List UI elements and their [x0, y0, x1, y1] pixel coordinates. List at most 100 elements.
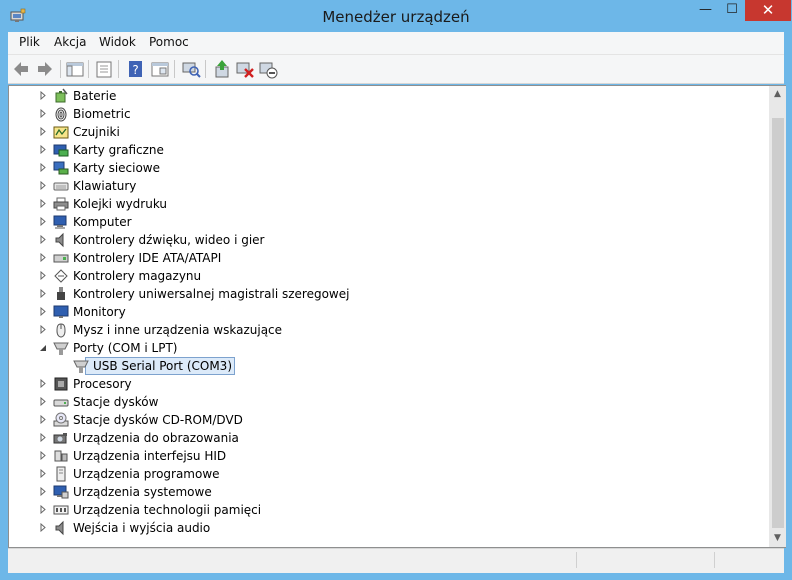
toolbar-separator [88, 60, 89, 78]
menu-help[interactable]: Pomoc [149, 35, 189, 49]
expand-arrow-icon[interactable] [39, 415, 47, 424]
device-tree[interactable]: Baterie Biometric Czujniki Karty graficzne K… [9, 86, 770, 547]
expand-arrow-icon[interactable] [39, 379, 47, 388]
close-button[interactable]: ✕ [745, 0, 791, 21]
tree-category-item[interactable]: Monitory [9, 303, 770, 321]
tree-item-label: Stacje dysków [73, 395, 159, 409]
disable-device-icon[interactable] [258, 59, 278, 79]
update-driver-icon[interactable] [212, 59, 232, 79]
scan-hardware-icon[interactable] [181, 59, 201, 79]
expand-arrow-icon[interactable] [39, 271, 47, 280]
expand-arrow-icon[interactable] [39, 397, 47, 406]
menu-view[interactable]: Widok [99, 35, 136, 49]
expand-arrow-icon[interactable] [39, 109, 47, 118]
minimize-button[interactable]: — [692, 0, 719, 21]
forward-arrow-icon[interactable] [34, 59, 54, 79]
expand-arrow-icon[interactable] [39, 487, 47, 496]
expand-arrow-icon[interactable] [39, 433, 47, 442]
expand-arrow-icon[interactable] [39, 505, 47, 514]
tree-category-item[interactable]: Kontrolery IDE ATA/ATAPI [9, 249, 770, 267]
status-bar-divider [576, 552, 577, 568]
expand-arrow-icon[interactable] [39, 163, 47, 172]
printer-icon [53, 196, 69, 212]
tree-category-item[interactable]: Wejścia i wyjścia audio [9, 519, 770, 537]
tree-category-item[interactable]: Kontrolery magazynu [9, 267, 770, 285]
tree-category-item[interactable]: Karty sieciowe [9, 159, 770, 177]
expand-arrow-icon[interactable] [39, 451, 47, 460]
expand-arrow-icon[interactable] [39, 127, 47, 136]
hid-icon [53, 448, 69, 464]
tree-category-item[interactable]: Biometric [9, 105, 770, 123]
expand-arrow-icon[interactable] [39, 145, 47, 154]
expand-arrow-icon[interactable] [39, 307, 47, 316]
scrollbar-thumb[interactable] [772, 118, 784, 528]
memory-tech-icon [53, 502, 69, 518]
tree-item-label: Kontrolery dźwięku, wideo i gier [73, 233, 265, 247]
scroll-down-button[interactable]: ▼ [769, 530, 786, 547]
tree-item-label: Kolejki wydruku [73, 197, 168, 211]
back-arrow-icon[interactable] [12, 59, 32, 79]
tree-category-item[interactable]: Porty (COM i LPT) [9, 339, 770, 357]
expand-arrow-icon[interactable] [39, 523, 47, 532]
svg-text:?: ? [132, 63, 138, 77]
sensor-icon [53, 124, 69, 140]
expand-arrow-icon[interactable] [39, 253, 47, 262]
expand-arrow-icon[interactable] [39, 217, 47, 226]
expand-arrow-icon[interactable] [39, 199, 47, 208]
show-hide-console-tree-icon[interactable] [65, 59, 85, 79]
monitor-icon [53, 304, 69, 320]
tree-category-item[interactable]: Karty graficzne [9, 141, 770, 159]
tree-item-label: Procesory [73, 377, 132, 391]
tree-item-label: Urządzenia interfejsu HID [73, 449, 227, 463]
tree-category-item[interactable]: Urządzenia do obrazowania [9, 429, 770, 447]
tree-category-item[interactable]: Kontrolery dźwięku, wideo i gier [9, 231, 770, 249]
expand-arrow-icon[interactable] [39, 181, 47, 190]
menu-bar: Plik Akcja Widok Pomoc [8, 32, 784, 55]
tree-category-item[interactable]: Urządzenia systemowe [9, 483, 770, 501]
tree-category-item[interactable]: Czujniki [9, 123, 770, 141]
tree-child-item[interactable]: USB Serial Port (COM3) [9, 357, 770, 375]
ide-controller-icon [53, 250, 69, 266]
scroll-up-button[interactable]: ▲ [769, 86, 786, 103]
menu-file[interactable]: Plik [19, 35, 40, 49]
system-device-icon [53, 484, 69, 500]
tree-category-item[interactable]: Kontrolery uniwersalnej magistrali szere… [9, 285, 770, 303]
tree-item-label: Porty (COM i LPT) [73, 341, 178, 355]
tree-category-item[interactable]: Baterie [9, 87, 770, 105]
tree-category-item[interactable]: Klawiatury [9, 177, 770, 195]
battery-icon [53, 88, 69, 104]
tree-category-item[interactable]: Urządzenia programowe [9, 465, 770, 483]
tree-item-label: Baterie [73, 89, 117, 103]
mouse-icon [53, 322, 69, 338]
status-bar-divider [714, 552, 715, 568]
view-icon[interactable] [150, 59, 170, 79]
tree-category-item[interactable]: Kolejki wydruku [9, 195, 770, 213]
tree-category-item[interactable]: Komputer [9, 213, 770, 231]
expand-arrow-icon[interactable] [39, 469, 47, 478]
tree-category-item[interactable]: Procesory [9, 375, 770, 393]
vertical-scrollbar[interactable]: ▲ ▼ [769, 86, 786, 547]
collapse-arrow-icon[interactable] [39, 343, 47, 352]
storage-controller-icon [53, 268, 69, 284]
tree-item-label: Karty graficzne [73, 143, 164, 157]
menu-action[interactable]: Akcja [54, 35, 86, 49]
uninstall-icon[interactable] [235, 59, 255, 79]
toolbar-separator [205, 60, 206, 78]
tree-category-item[interactable]: Stacje dysków CD-ROM/DVD [9, 411, 770, 429]
help-icon[interactable]: ? [126, 59, 146, 79]
tree-category-item[interactable]: Mysz i inne urządzenia wskazujące [9, 321, 770, 339]
tree-category-item[interactable]: Stacje dysków [9, 393, 770, 411]
expand-arrow-icon[interactable] [39, 289, 47, 298]
tree-category-item[interactable]: Urządzenia technologii pamięci [9, 501, 770, 519]
properties-icon[interactable] [94, 59, 114, 79]
toolbar-separator [174, 60, 175, 78]
fingerprint-icon [53, 106, 69, 122]
expand-arrow-icon[interactable] [39, 235, 47, 244]
expand-arrow-icon[interactable] [39, 91, 47, 100]
expand-arrow-icon[interactable] [39, 325, 47, 334]
maximize-button[interactable]: ☐ [719, 0, 745, 21]
port-icon [53, 340, 69, 356]
title-bar[interactable]: Menedżer urządzeń — ☐ ✕ [0, 0, 792, 32]
tree-item-label: Komputer [73, 215, 132, 229]
tree-category-item[interactable]: Urządzenia interfejsu HID [9, 447, 770, 465]
